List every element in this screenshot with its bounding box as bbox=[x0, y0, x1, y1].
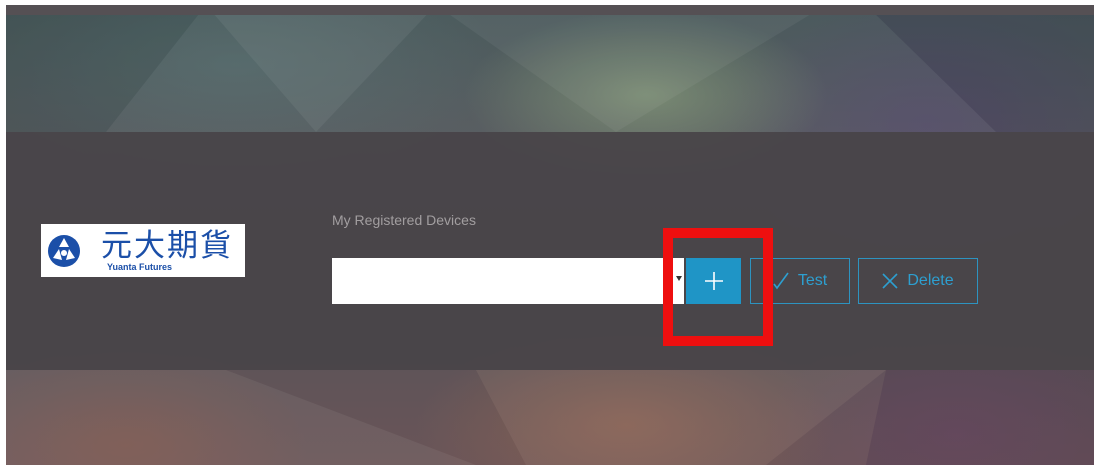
title-strip bbox=[6, 5, 1094, 15]
app-window: 元大期貨 Yuanta Futures My Registered Device… bbox=[0, 0, 1094, 465]
test-button-label: Test bbox=[797, 272, 828, 289]
delete-device-button[interactable]: Delete bbox=[858, 258, 978, 304]
x-icon bbox=[882, 273, 898, 289]
logo-english-name: Yuanta Futures bbox=[107, 262, 173, 272]
highlight-annotation-box bbox=[663, 228, 773, 346]
delete-button-label: Delete bbox=[907, 272, 954, 289]
registered-devices-dropdown[interactable] bbox=[332, 258, 684, 304]
yuanta-emblem-icon bbox=[48, 235, 80, 267]
checkmark-icon bbox=[773, 272, 789, 290]
registered-devices-label: My Registered Devices bbox=[332, 212, 476, 228]
logo-chinese-name: 元大期貨 bbox=[101, 228, 233, 264]
yuanta-logo: 元大期貨 Yuanta Futures bbox=[41, 224, 245, 277]
